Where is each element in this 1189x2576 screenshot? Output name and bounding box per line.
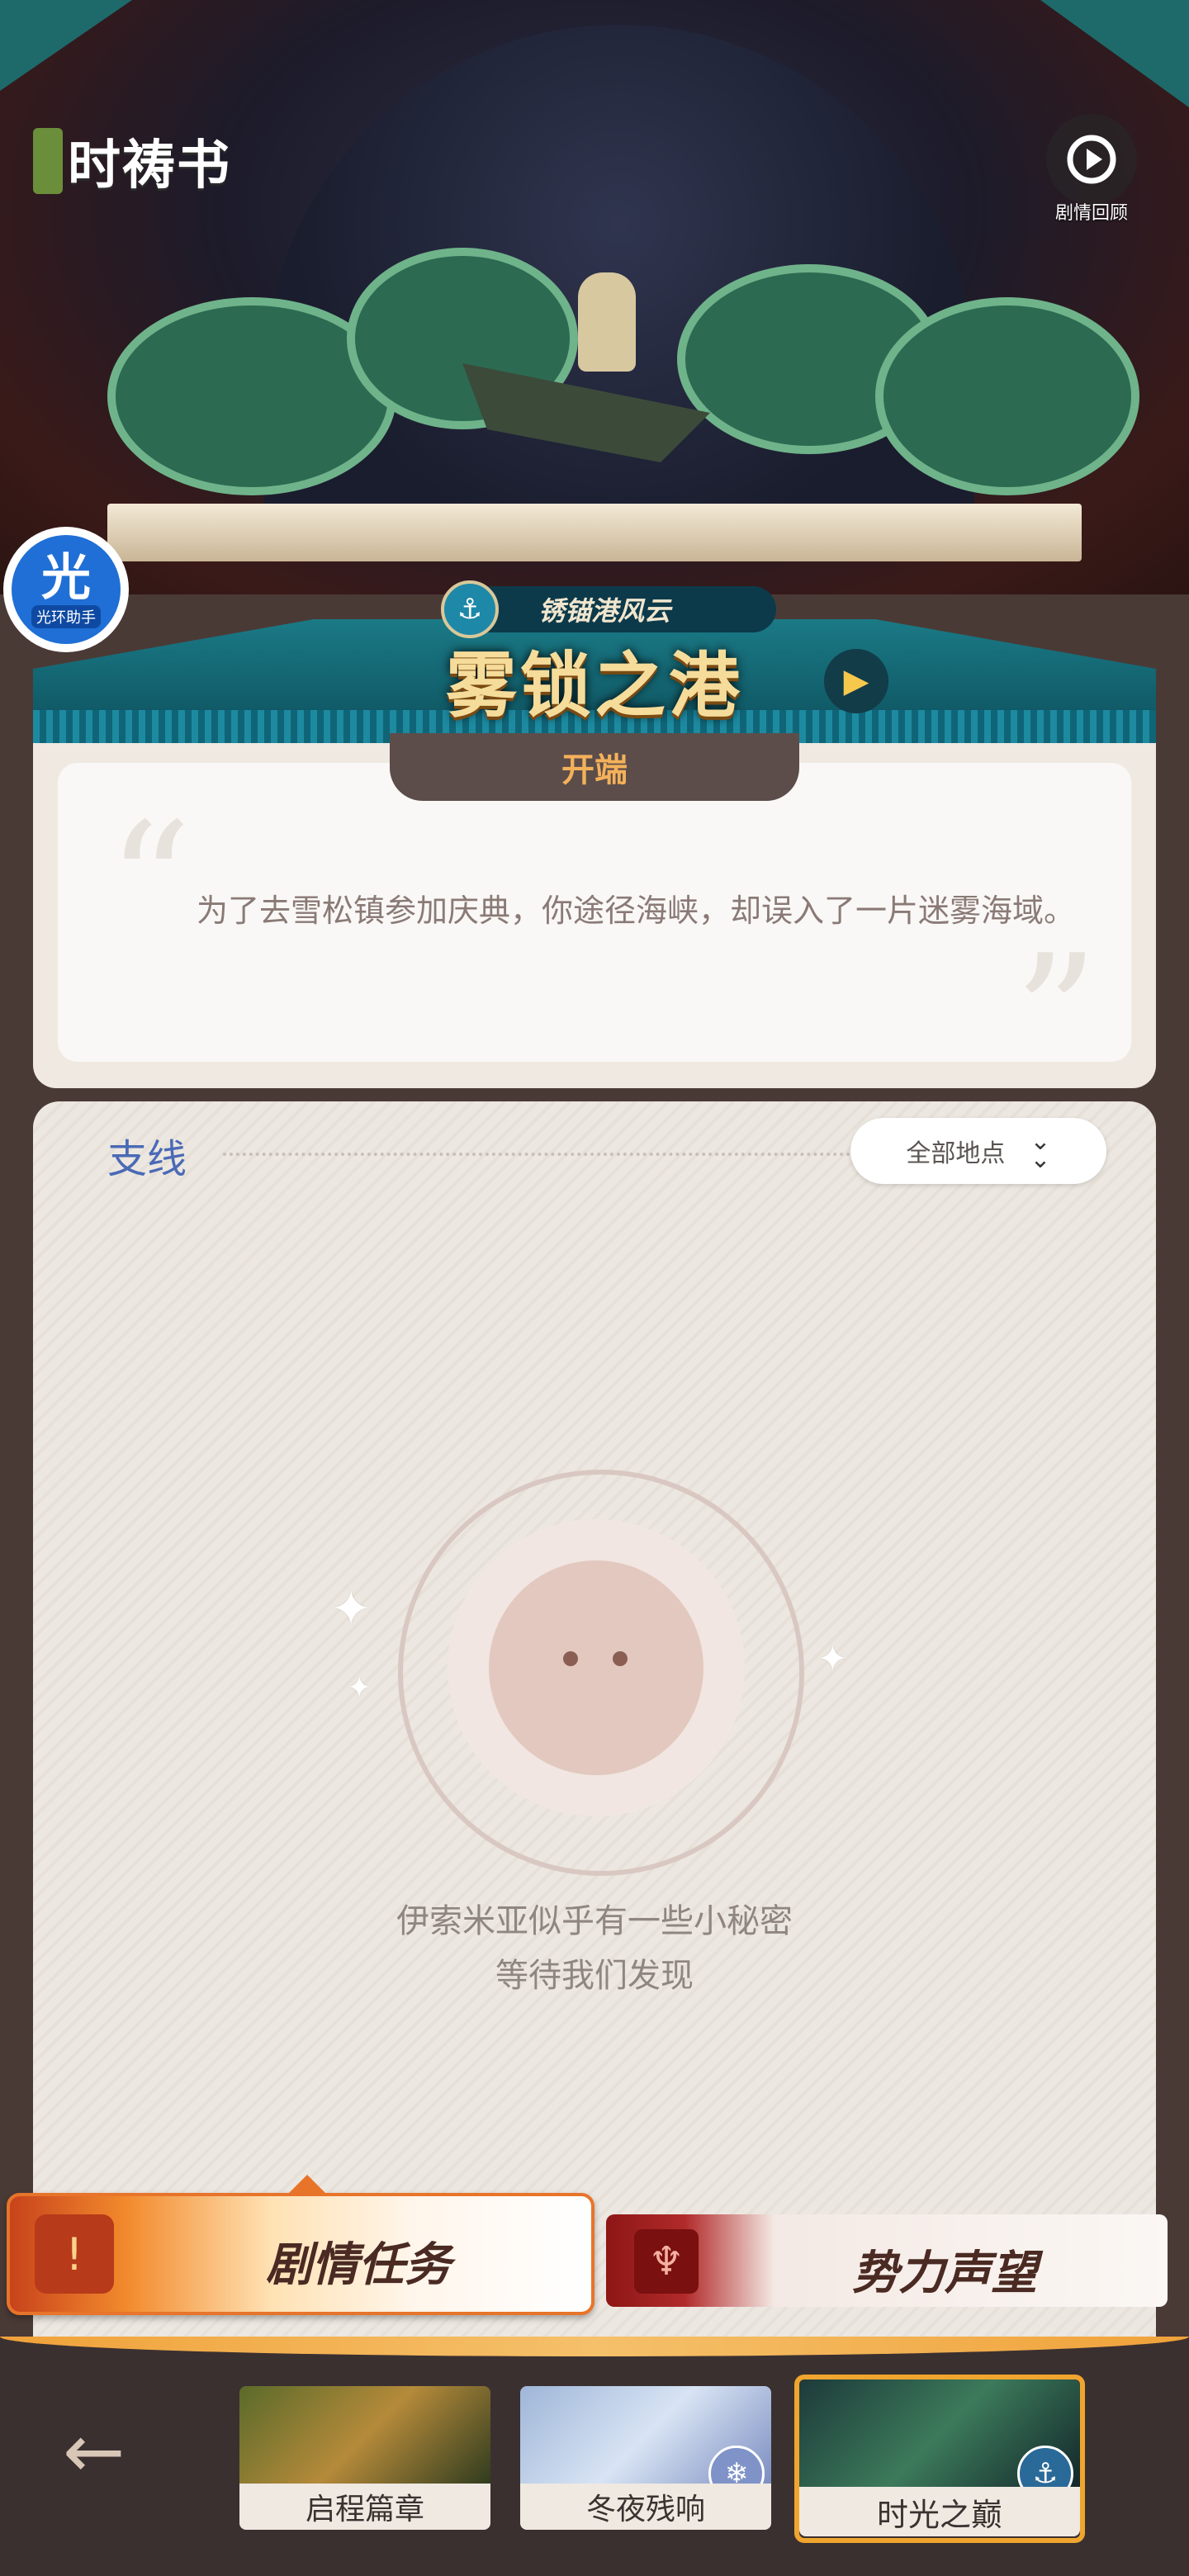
chapter-card-2[interactable]: ❄ 冬夜残响 — [520, 2386, 771, 2531]
replay-label: 剧情回顾 — [1054, 203, 1128, 224]
sparkle-icon: ✦ — [817, 1638, 848, 1680]
title-divider — [223, 1153, 850, 1156]
chapter-card-1[interactable]: 启程篇章 — [239, 2386, 490, 2531]
intro-stage-tab: 开端 — [390, 733, 799, 801]
open-quote-icon: “ — [107, 788, 192, 980]
chapter-subtitle: 锈锚港风云 — [538, 595, 671, 627]
intro-text: 为了去雪松镇参加庆典，你途径海峡，却误入了一片迷雾海域。 — [196, 893, 1075, 929]
chapter-title: 雾锁之港 — [446, 644, 743, 727]
faction-reputation-icon: ♆ — [634, 2229, 699, 2294]
tab-faction-reputation[interactable]: ♆ 势力声望 — [606, 2214, 1168, 2307]
tab-reputation-label: 势力声望 — [852, 2246, 1037, 2300]
story-replay-button[interactable]: 剧情回顾 — [1042, 114, 1141, 230]
empty-line-2: 等待我们发现 — [495, 1957, 694, 1995]
sparkle-icon: ✦ — [347, 1671, 372, 1705]
chapter-intro-card: “ ” 为了去雪松镇参加庆典，你途径海峡，却误入了一片迷雾海域。 开端 — [33, 733, 1156, 1112]
location-filter-dropdown[interactable]: 全部地点 ⌄ ⌄ — [850, 1118, 1106, 1184]
tab-story-quests[interactable]: ! 剧情任务 — [7, 2175, 594, 2315]
empty-state-text: 伊索米亚似乎有一些小秘密 等待我们发现 — [33, 1894, 1156, 2003]
app-logo: 时祷书 — [33, 124, 231, 198]
empty-line-1: 伊索米亚似乎有一些小秘密 — [396, 1902, 793, 1940]
active-tab-caret — [286, 2175, 329, 2196]
chapter-banner-art — [0, 0, 1189, 594]
logo-bookmark — [33, 128, 63, 194]
back-button[interactable]: ← — [63, 2415, 154, 2489]
chapter-1-art — [239, 2386, 490, 2487]
chapter-subtitle-pill: ⚓ 锈锚港风云 — [441, 580, 776, 638]
chapter-header: ⚓ 锈锚港风云 雾锁之港 ▶ — [33, 580, 1156, 743]
filter-label: 全部地点 — [906, 1139, 1006, 1168]
side-quest-title: 支线 — [107, 1136, 187, 1182]
next-chapter-button[interactable]: ▶ — [824, 649, 888, 713]
double-chevron-down-icon: ⌄ ⌄ — [1030, 1127, 1051, 1174]
story-quest-icon: ! — [35, 2214, 114, 2294]
book-page-edge — [107, 504, 1082, 561]
replay-icon — [1046, 114, 1137, 205]
chevron-right-icon: ▶ — [843, 662, 869, 700]
chapter-1-label: 启程篇章 — [239, 2484, 490, 2530]
logo-text: 时祷书 — [68, 135, 231, 197]
sparkle-icon: ✦ — [330, 1580, 372, 1638]
close-quote-icon: ” — [1013, 920, 1098, 1112]
tab-story-label: 剧情任务 — [266, 2237, 451, 2292]
chapter-3-label: 时光之巅 — [799, 2487, 1080, 2536]
chapter-2-label: 冬夜残响 — [520, 2484, 771, 2530]
chapter-card-3[interactable]: ⚓ 时光之巅 — [794, 2375, 1085, 2543]
bar-rim — [0, 2337, 1189, 2356]
arrow-left-icon: ← — [63, 2408, 126, 2495]
mascot-illustration — [448, 1519, 745, 1816]
